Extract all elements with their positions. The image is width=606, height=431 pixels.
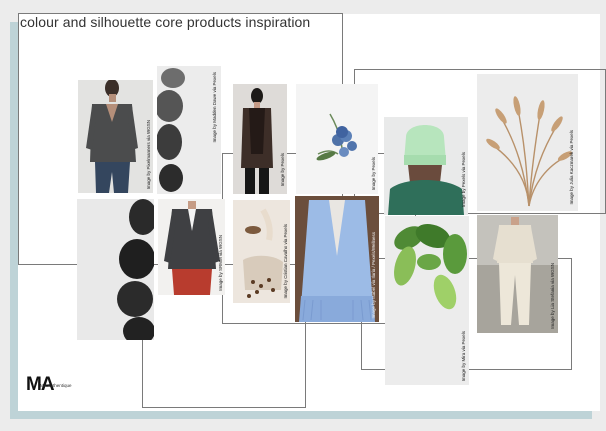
sweater-photo: Image by Pixelmanners via WGSN — [78, 80, 153, 193]
beanie-photo: Image by Pexels via Pexels — [384, 117, 468, 215]
photo-credit: Image by Julia Kaczmarek via Pexels — [569, 130, 574, 205]
stones-photo: Image by Madden Dawe via Pexels — [157, 66, 221, 194]
cardigan-photo: Image by SRMM via WGSN — [158, 199, 225, 295]
photo-credit: Image by Pexels via Pexels — [461, 151, 466, 207]
photo-credit: Image by Madden Dawe via Pexels — [212, 72, 217, 143]
photo-credit: Image by Lia Stefania via WGSN — [550, 263, 555, 329]
cream-outfit-photo: Image by Lia Stefania via WGSN — [477, 215, 558, 333]
wheat-photo: Image by Julia Kaczmarek via Pexels — [477, 74, 578, 211]
photo-credit: Image by Pexels — [280, 152, 285, 186]
photo-credit: Image by Pixelmanners via WGSN — [146, 119, 151, 189]
blue-coat-photo: Image by Isabel via Ilaria / Pexels/Well… — [295, 196, 379, 322]
board-title: colour and silhouette core products insp… — [20, 14, 311, 30]
leaves-photo: Image by Mira via Pexels — [385, 216, 469, 385]
pebbles-photo — [77, 199, 154, 340]
photo-credit: Image by Cristian Cavalho via Pexels — [283, 224, 288, 299]
logo-subtext: MA Authentique — [40, 383, 72, 388]
blue-flower-photo: Image by Pexels — [296, 84, 378, 194]
photo-credit: Image by Isabel via Ilaria / Pexels/Well… — [371, 231, 376, 318]
photo-credit: Image by Mira via Pexels — [461, 330, 466, 381]
coffee-photo: Image by Cristian Cavalho via Pexels — [233, 200, 290, 303]
scarf-photo: Image by Pexels — [233, 84, 287, 194]
photo-credit: Image by Pexels — [371, 156, 376, 190]
photo-credit: Image by SRMM via WGSN — [218, 235, 223, 291]
